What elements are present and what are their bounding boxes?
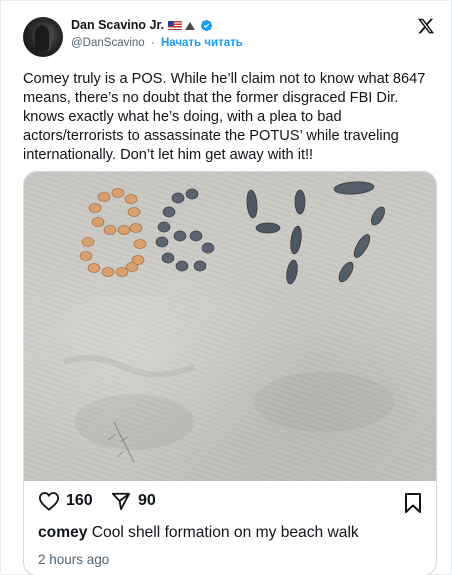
- shells-8647-illustration: [63, 181, 394, 463]
- tweet-text: Comey truly is a POS. While he’ll claim …: [23, 71, 426, 163]
- tweet-header: Dan Scavino Jr. @DanScavino · Начать чит…: [23, 15, 443, 59]
- share-button[interactable]: 90: [110, 491, 156, 511]
- handle-row: @DanScavino · Начать читать: [71, 37, 243, 49]
- post-caption: comey Cool shell formation on my beach w…: [38, 524, 359, 542]
- us-flag-icon: [168, 20, 183, 30]
- digit-6-shells: [155, 188, 215, 272]
- mountain-icon: [185, 21, 196, 30]
- post-photo[interactable]: [24, 172, 436, 481]
- post-actions-bar: 160 90: [24, 481, 436, 521]
- embedded-post-card[interactable]: 160 90 comey Cool shell formation on my …: [23, 171, 437, 575]
- avatar[interactable]: [23, 17, 63, 57]
- author-handle[interactable]: @DanScavino: [71, 37, 145, 49]
- share-count: 90: [138, 492, 156, 509]
- like-button[interactable]: 160: [38, 491, 93, 511]
- heart-icon: [38, 492, 60, 511]
- caption-username[interactable]: comey: [38, 524, 87, 541]
- author-name-row: Dan Scavino Jr.: [71, 18, 213, 32]
- author-name[interactable]: Dan Scavino Jr.: [71, 18, 164, 32]
- caption-text: Cool shell formation on my beach walk: [91, 524, 359, 541]
- bookmark-icon[interactable]: [404, 492, 422, 514]
- post-timestamp: 2 hours ago: [38, 552, 110, 567]
- x-logo-icon[interactable]: [417, 17, 435, 35]
- send-icon: [111, 492, 131, 511]
- tweet-card: Dan Scavino Jr. @DanScavino · Начать чит…: [0, 0, 452, 575]
- digit-4-stones: [246, 189, 306, 285]
- verified-badge-icon: [200, 19, 213, 31]
- digit-7-stones: [333, 181, 385, 283]
- separator-dot: ·: [150, 37, 155, 49]
- follow-button[interactable]: Начать читать: [161, 37, 243, 49]
- like-count: 160: [66, 492, 93, 509]
- digit-8-shells: [79, 188, 147, 277]
